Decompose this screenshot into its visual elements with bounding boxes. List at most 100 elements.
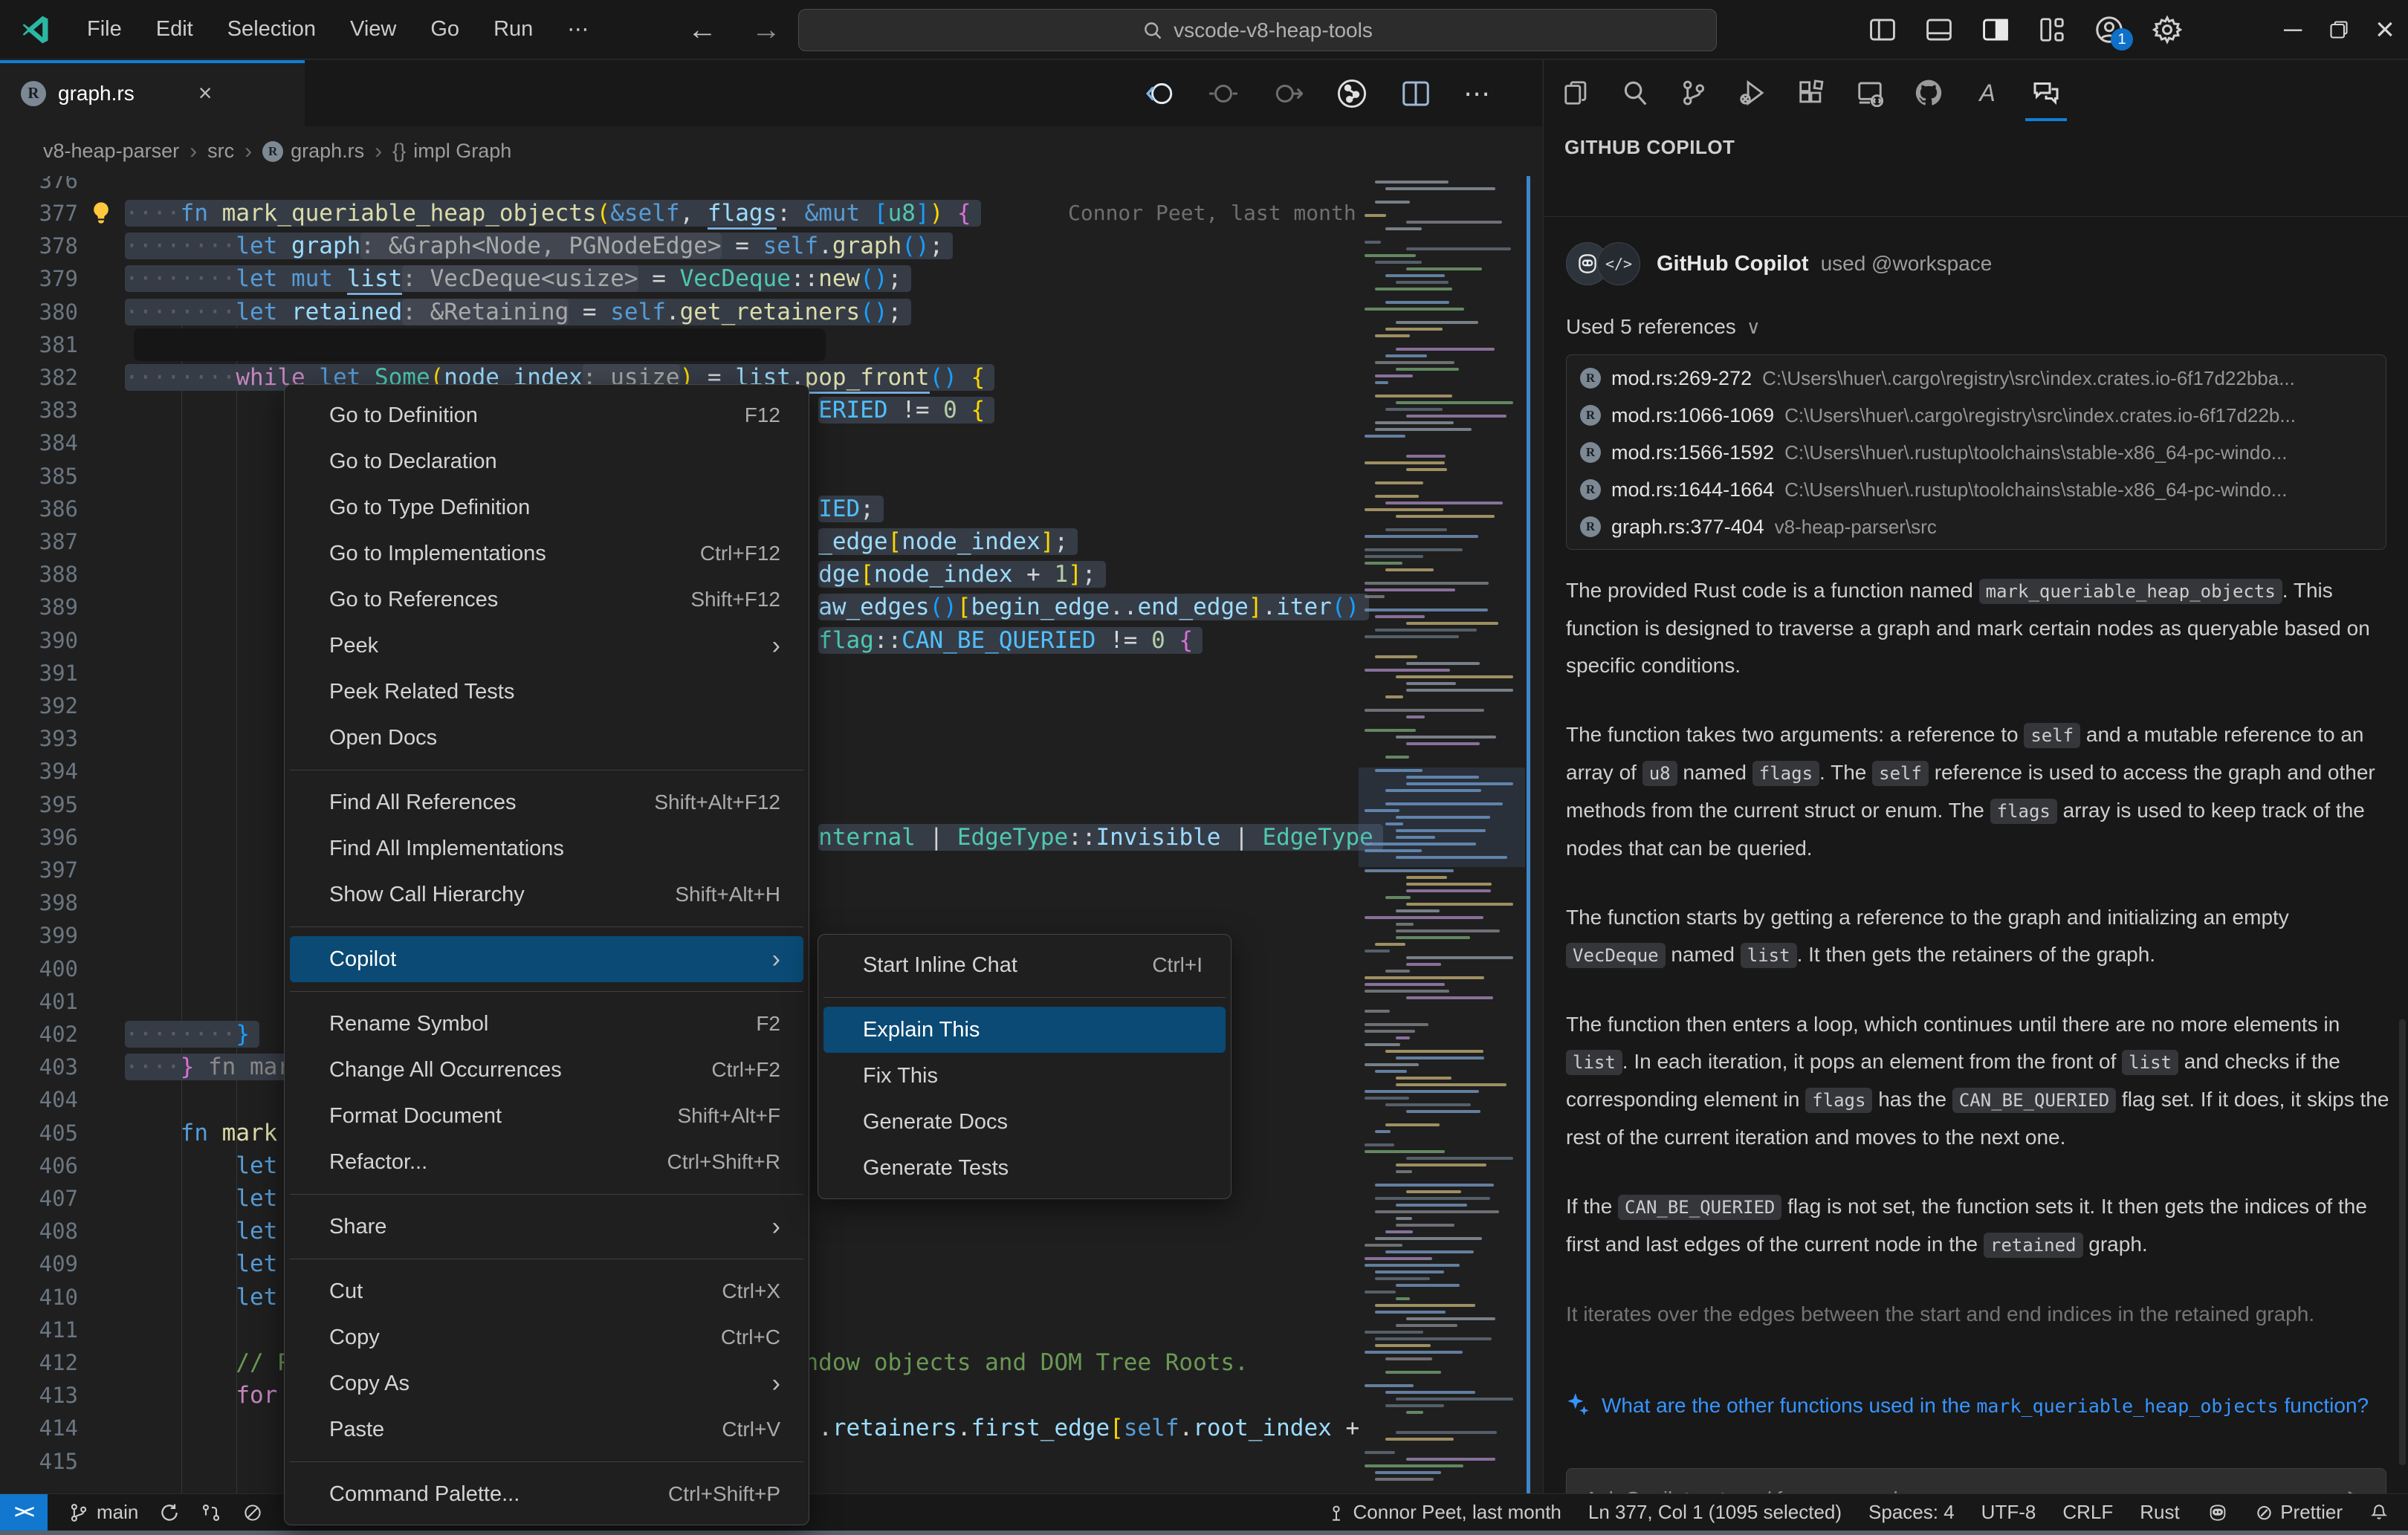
source-control-icon[interactable] (1679, 78, 1709, 108)
menu-item-share[interactable]: Share› (290, 1204, 803, 1250)
customize-layout-icon[interactable] (2038, 16, 2066, 44)
menu-item-peek-related-tests[interactable]: Peek Related Tests (290, 669, 803, 715)
status-spaces-4[interactable]: Spaces: 4 (1868, 1501, 1955, 1524)
tab-close-icon[interactable]: × (198, 79, 213, 107)
menu-item-cut[interactable]: CutCtrl+X (290, 1268, 803, 1314)
status-sync[interactable] (159, 1502, 180, 1523)
run-debug-icon[interactable] (1738, 78, 1767, 108)
menu-item-explain-this[interactable]: Explain This (823, 1007, 1226, 1053)
menubar-item-edit[interactable]: Edit (139, 8, 210, 51)
remote-explorer-icon[interactable] (1855, 78, 1885, 108)
status-utf-8[interactable]: UTF-8 (1981, 1501, 2036, 1524)
more-actions-icon[interactable]: ⋯ (1463, 78, 1490, 109)
menu-item-refactor[interactable]: Refactor...Ctrl+Shift+R (290, 1139, 803, 1185)
code-line-377[interactable]: 377····fn mark_queriable_heap_objects(&s… (0, 197, 1542, 230)
minimap-slider[interactable] (1359, 768, 1525, 867)
menu-item-generate-tests[interactable]: Generate Tests (823, 1145, 1226, 1191)
status-rust[interactable]: Rust (2140, 1501, 2179, 1524)
tab-graph-rs[interactable]: R graph.rs × (0, 60, 305, 126)
command-center-search[interactable]: vscode-v8-heap-tools (798, 9, 1717, 51)
code-line-380[interactable]: 380········let retained: &Retaining = se… (0, 296, 1542, 329)
menubar-item-view[interactable]: View (333, 8, 413, 51)
menubar-item-run[interactable]: Run (476, 8, 550, 51)
used-references-toggle[interactable]: Used 5 references ∨ (1566, 315, 1761, 339)
explorer-icon[interactable] (1561, 78, 1591, 108)
menu-item-start-inline-chat[interactable]: Start Inline ChatCtrl+I (823, 942, 1226, 988)
lightbulb-icon[interactable] (88, 200, 114, 227)
followup-suggestion[interactable]: What are the other functions used in the… (1566, 1388, 2391, 1424)
reference-item[interactable]: Rmod.rs:1066-1069C:\Users\huer\.cargo\re… (1567, 397, 2386, 434)
status-git-compare[interactable] (201, 1502, 221, 1523)
menu-item-go-to-implementations[interactable]: Go to ImplementationsCtrl+F12 (290, 530, 803, 577)
toggle-panel-icon[interactable] (1925, 16, 1953, 44)
search-icon[interactable] (1620, 78, 1650, 108)
chat-icon[interactable] (2031, 78, 2061, 108)
breadcrumb-item-v8-heap-parser[interactable]: v8-heap-parser (43, 140, 179, 163)
reference-item[interactable]: Rmod.rs:1644-1664C:\Users\huer\.rustup\t… (1567, 471, 2386, 508)
menu-item-change-all-occurrences[interactable]: Change All OccurrencesCtrl+F2 (290, 1047, 803, 1093)
minimize-button[interactable]: ─ (2270, 0, 2316, 59)
breadcrumb-item-impl-graph[interactable]: {}impl Graph (392, 140, 511, 163)
send-icon[interactable]: ▷ (2349, 1484, 2368, 1493)
menu-item-go-to-references[interactable]: Go to ReferencesShift+F12 (290, 577, 803, 623)
code-line-376[interactable]: 376 (0, 176, 1542, 198)
status-connor-peet-last-month[interactable]: Connor Peet, last month (1327, 1501, 1561, 1524)
panel-scrollbar[interactable] (2399, 1019, 2406, 1465)
code-line-378[interactable]: 378········let graph: &Graph<Node, PGNod… (0, 230, 1542, 263)
menu-item-paste[interactable]: PasteCtrl+V (290, 1406, 803, 1453)
menu-item-find-all-implementations[interactable]: Find All Implementations (290, 825, 803, 872)
status-copilot[interactable] (2207, 1502, 2229, 1524)
split-editor-icon[interactable] (1401, 79, 1431, 108)
menubar-item-go[interactable]: Go (413, 8, 476, 51)
status-crlf[interactable]: CRLF (2062, 1501, 2113, 1524)
breadcrumb-item-src[interactable]: src (207, 140, 234, 163)
status-bell[interactable] (2369, 1503, 2389, 1522)
reference-item[interactable]: Rmod.rs:269-272C:\Users\huer\.cargo\regi… (1567, 360, 2386, 397)
menu-item-find-all-references[interactable]: Find All ReferencesShift+Alt+F12 (290, 779, 803, 825)
menu-item-format-document[interactable]: Format DocumentShift+Alt+F (290, 1093, 803, 1139)
toggle-sidebar-icon[interactable] (1868, 16, 1897, 44)
menu-item-go-to-declaration[interactable]: Go to Declaration (290, 438, 803, 484)
menu-item-peek[interactable]: Peek› (290, 623, 803, 669)
code-line-381[interactable]: 381 (0, 328, 1542, 362)
panel-resize-sash[interactable] (1527, 176, 1530, 1493)
menu-item-copy-as[interactable]: Copy As› (290, 1360, 803, 1406)
remote-indicator[interactable]: >< (0, 1494, 48, 1531)
account-icon[interactable]: 1 (2094, 15, 2124, 45)
menu-item-go-to-definition[interactable]: Go to DefinitionF12 (290, 392, 803, 438)
menu-item-rename-symbol[interactable]: Rename SymbolF2 (290, 1001, 803, 1047)
github-icon[interactable] (1914, 78, 1943, 108)
reference-item[interactable]: Rgraph.rs:377-404v8-heap-parser\src (1567, 508, 2386, 545)
nav-back-circle-icon[interactable] (1144, 78, 1175, 109)
menubar-item-file[interactable]: File (70, 8, 139, 51)
azure-icon[interactable]: A (1972, 78, 2002, 108)
next-change-icon[interactable] (1272, 78, 1303, 109)
close-window-icon[interactable]: × (2362, 0, 2408, 59)
status-circle-slash[interactable] (242, 1502, 263, 1523)
menu-item-copilot[interactable]: Copilot› (290, 936, 803, 982)
menu-item-show-call-hierarchy[interactable]: Show Call HierarchyShift+Alt+H (290, 872, 803, 918)
menu-item-open-docs[interactable]: Open Docs (290, 715, 803, 761)
menubar-item-[interactable]: ⋯ (550, 8, 606, 51)
menu-item-go-to-type-definition[interactable]: Go to Type Definition (290, 484, 803, 530)
restore-button[interactable] (2316, 0, 2362, 59)
prev-change-icon[interactable] (1208, 78, 1239, 109)
toggle-secondary-sidebar-icon[interactable] (1981, 16, 2010, 44)
menu-item-generate-docs[interactable]: Generate Docs (823, 1099, 1226, 1145)
nav-forward-arrow[interactable]: → (751, 13, 781, 47)
status-main[interactable]: main (68, 1501, 138, 1524)
run-icon[interactable] (1336, 77, 1368, 110)
code-line-379[interactable]: 379········let mut list: VecDeque<usize>… (0, 262, 1542, 296)
reference-item[interactable]: Rmod.rs:1566-1592C:\Users\huer\.rustup\t… (1567, 434, 2386, 471)
status-ln-377-col-1-1095-selected[interactable]: Ln 377, Col 1 (1095 selected) (1588, 1501, 1842, 1524)
menu-item-fix-this[interactable]: Fix This (823, 1053, 1226, 1099)
breadcrumb-item-graph-rs[interactable]: Rgraph.rs (262, 140, 364, 163)
settings-gear-icon[interactable] (2152, 15, 2182, 45)
menu-item-copy[interactable]: CopyCtrl+C (290, 1314, 803, 1360)
menu-item-command-palette[interactable]: Command Palette...Ctrl+Shift+P (290, 1471, 803, 1517)
menubar-item-selection[interactable]: Selection (210, 8, 333, 51)
nav-back-arrow[interactable]: ← (687, 13, 717, 47)
status-prettier[interactable]: ⊘Prettier (2256, 1500, 2343, 1525)
chat-input[interactable]: Ask Copilot or type / for commands ▷ (1566, 1468, 2386, 1493)
extensions-icon[interactable] (1796, 78, 1826, 108)
